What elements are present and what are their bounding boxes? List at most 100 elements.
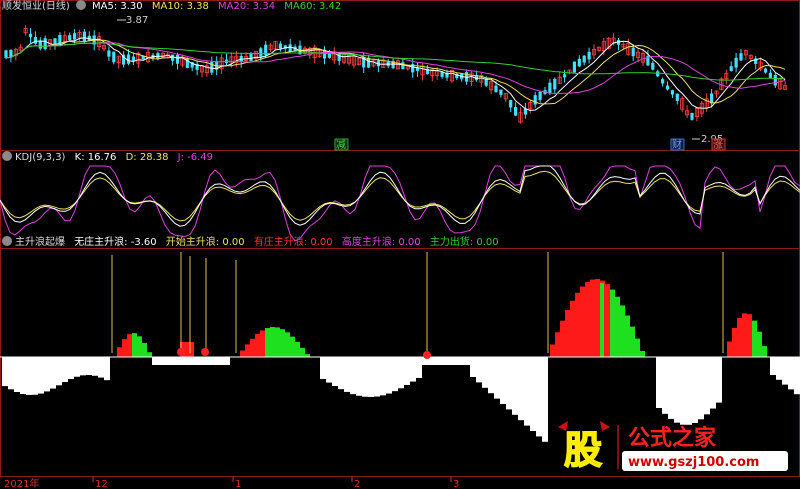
indicator-neg-bar xyxy=(74,357,80,377)
moving-average-line xyxy=(5,39,786,105)
indicator-neg-bar xyxy=(674,357,680,423)
kdj-j-line xyxy=(0,165,800,242)
candle-body xyxy=(763,68,768,73)
indicator-neg-bar xyxy=(680,357,686,425)
candle-body xyxy=(690,112,694,120)
indicator-neg-bar xyxy=(212,357,218,365)
kdj-j: J: -6.49 xyxy=(177,152,214,163)
kdj-k: K: 16.76 xyxy=(74,152,117,163)
indicator-neg-bar xyxy=(86,357,92,376)
indicator-neg-bar xyxy=(344,357,350,392)
indicator-neg-bar xyxy=(446,357,452,365)
indicator-neg-bar xyxy=(62,357,68,383)
candle-body xyxy=(768,72,772,78)
indicator-neg-bar xyxy=(506,357,512,410)
indicator-neg-bar xyxy=(662,357,668,414)
indicator-pos-bar xyxy=(737,318,742,357)
candle-body xyxy=(107,50,111,57)
candle-body xyxy=(538,91,542,100)
candle-body xyxy=(33,37,37,44)
candle-body xyxy=(249,53,253,62)
indicator-pos-bar xyxy=(757,331,762,357)
indicator-pos-bar xyxy=(260,330,265,357)
indicator-pos-bar xyxy=(745,315,749,357)
indicator-neg-bar xyxy=(368,357,374,397)
indicator-pos-bar xyxy=(295,341,300,357)
indicator-pos-bar xyxy=(290,336,295,357)
indicator-pos-bar xyxy=(625,315,630,357)
candle-body xyxy=(670,90,674,95)
candle-body xyxy=(729,66,733,71)
kdj-title: KDJ(9,3,3) xyxy=(15,152,66,163)
indicator-neg-bar xyxy=(404,357,410,386)
indicator-pos-bar xyxy=(270,327,275,357)
indicator-neg-bar xyxy=(710,357,716,409)
indicator-pos-bar xyxy=(300,347,305,357)
kdj-k-line xyxy=(0,165,800,227)
indicator-pos-bar xyxy=(585,282,590,357)
candle-body xyxy=(587,51,591,60)
x-tick-label: 1 xyxy=(235,479,241,489)
gear-icon[interactable] xyxy=(2,236,12,246)
indicator-neg-bar xyxy=(170,357,176,365)
indicator-pos-bar xyxy=(727,341,732,357)
watermark: 股 公式之家 www.gszj100.com xyxy=(558,421,788,473)
indicator-pos-bar xyxy=(122,339,127,357)
indicator-pos-bar xyxy=(752,320,757,357)
signal-dot xyxy=(201,348,209,356)
indicator-neg-bar xyxy=(704,357,710,415)
indicator-neg-bar xyxy=(788,357,794,390)
indicator-neg-bar xyxy=(380,357,386,396)
candle-body xyxy=(577,58,581,67)
kdj-d: D: 28.38 xyxy=(125,152,169,163)
indicator-neg-bar xyxy=(776,357,782,380)
candle-body xyxy=(126,54,131,64)
indicator-neg-bar xyxy=(98,357,104,378)
indicator-neg-bar xyxy=(2,357,8,387)
indicator-neg-bar xyxy=(542,357,548,442)
indicator-pos-bar xyxy=(147,352,152,357)
indicator-neg-bar xyxy=(92,357,98,376)
indicator-neg-bar xyxy=(80,357,86,376)
indicator-neg-bar xyxy=(14,357,20,393)
candle-body xyxy=(401,62,405,70)
x-tick-label: 2 xyxy=(354,479,360,489)
candle-body xyxy=(656,71,660,77)
indicator-neg-bar xyxy=(218,357,224,365)
candle-body xyxy=(582,55,586,63)
indicator-pos-bar xyxy=(555,332,560,357)
candle-body xyxy=(68,35,72,40)
indicator-item: 主力出货: 0.00 xyxy=(429,237,499,248)
indicator-pos-bar xyxy=(565,310,570,357)
indicator-neg-bar xyxy=(374,357,380,397)
indicator-item: 高度主升浪: 0.00 xyxy=(341,237,421,248)
indicator-pos-bar xyxy=(280,329,285,357)
candle-body xyxy=(563,74,567,78)
indicator-neg-bar xyxy=(188,357,194,365)
indicator-neg-bar xyxy=(164,357,170,365)
indicator-neg-bar xyxy=(416,357,422,378)
candle-body xyxy=(185,57,189,68)
indicator-pos-bar xyxy=(630,326,635,357)
indicator-neg-bar xyxy=(332,357,338,387)
candle-body xyxy=(533,95,537,105)
indicator-neg-bar xyxy=(158,357,164,365)
indicator-pos-bar xyxy=(570,300,575,357)
candle-body xyxy=(4,50,8,58)
indicator-neg-bar xyxy=(194,357,200,365)
event-tag-1: 减 xyxy=(334,138,349,151)
candle-body xyxy=(259,48,263,57)
ma10-readout: MA10: 3.38 xyxy=(151,1,209,12)
watermark-title: 公式之家 xyxy=(628,425,717,451)
svg-text:减: 减 xyxy=(336,139,346,151)
x-tick-label: 2021年 xyxy=(4,477,39,489)
indicator-neg-bar xyxy=(206,357,212,365)
indicator-pos-bar xyxy=(285,332,290,357)
indicator-neg-bar xyxy=(176,357,182,365)
gear-icon[interactable] xyxy=(75,0,86,10)
indicator-neg-bar xyxy=(782,357,788,385)
indicator-neg-bar xyxy=(716,357,722,403)
indicator-pos-bar xyxy=(635,338,640,357)
indicator-pos-bar xyxy=(265,328,270,357)
gear-icon[interactable] xyxy=(2,151,12,161)
